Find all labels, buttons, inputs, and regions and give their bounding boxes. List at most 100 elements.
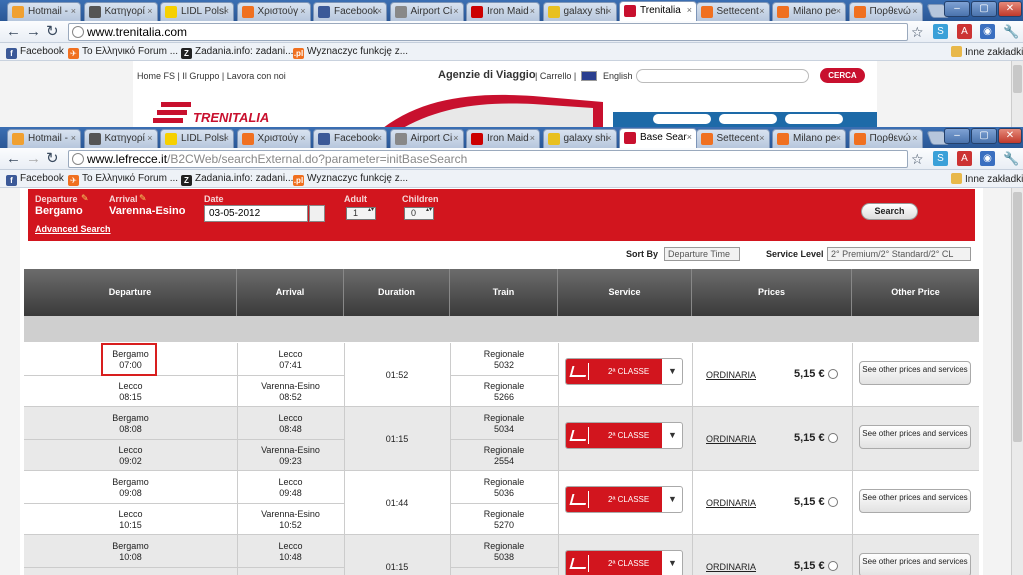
service-class-select[interactable]: 2ª CLASSE ▼ (565, 486, 683, 513)
service-class-select[interactable]: 2ª CLASSE ▼ (565, 550, 683, 575)
back-arrow-icon[interactable]: ← (6, 151, 21, 167)
bookmark-item[interactable]: .pl Wyznaczyc funkcję z... (293, 173, 408, 186)
tab-2[interactable]: LIDL Polsl × (160, 2, 234, 21)
tab-close-icon[interactable]: × (912, 133, 917, 143)
forward-arrow-icon[interactable]: → (26, 24, 41, 40)
service-class-select[interactable]: 2ª CLASSE ▼ (565, 358, 683, 385)
scrollbar[interactable] (1011, 188, 1023, 575)
tab-close-icon[interactable]: × (71, 6, 76, 16)
other-bookmarks[interactable]: Inne zakładki (951, 46, 1023, 58)
fare-link[interactable]: ORDINARIA (706, 498, 756, 508)
skype-icon[interactable]: S (933, 151, 948, 166)
children-select[interactable]: 0 (404, 207, 434, 220)
tab-close-icon[interactable]: × (530, 6, 535, 16)
bookmark-item[interactable]: f Facebook (6, 46, 64, 59)
tab-5[interactable]: Airport Ci × (389, 129, 464, 148)
tab-7[interactable]: galaxy shi × (542, 2, 617, 21)
tab-close-icon[interactable]: × (224, 6, 229, 16)
reload-icon[interactable]: ↻ (46, 24, 59, 40)
price-radio[interactable] (828, 497, 838, 507)
tab-6[interactable]: Iron Maid × (466, 2, 540, 21)
fare-link[interactable]: ORDINARIA (706, 434, 756, 444)
maximize-button[interactable]: ▢ (971, 1, 997, 17)
bookmark-item[interactable]: f Facebook (6, 173, 64, 186)
price-radio[interactable] (828, 561, 838, 571)
other-prices-button[interactable]: See other prices and services (859, 361, 971, 385)
tab-8[interactable]: Base Sear × (619, 128, 697, 148)
extension-icon[interactable]: ◉ (980, 151, 995, 166)
other-bookmarks[interactable]: Inne zakładki (951, 173, 1023, 185)
bookmark-item[interactable]: .pl Wyznaczyc funkcję z... (293, 46, 408, 59)
close-window-button[interactable]: ✕ (998, 128, 1022, 144)
tab-4[interactable]: Facebook × (313, 2, 387, 21)
tab-6[interactable]: Iron Maid × (466, 129, 540, 148)
edit-pencil-icon[interactable]: ✎ (139, 193, 147, 204)
tab-10[interactable]: Milano pe × (772, 2, 846, 21)
service-class-select[interactable]: 2ª CLASSE ▼ (565, 422, 683, 449)
tab-close-icon[interactable]: × (836, 133, 841, 143)
tab-close-icon[interactable]: × (224, 133, 229, 143)
tab-9[interactable]: Settecent × (695, 129, 770, 148)
tab-11[interactable]: Πορθενώ × (848, 129, 923, 148)
tab-4[interactable]: Facebook × (313, 129, 387, 148)
tab-close-icon[interactable]: × (377, 6, 382, 16)
other-prices-button[interactable]: See other prices and services (859, 489, 971, 513)
bookmark-item[interactable]: ✈ Το Ελληνικό Forum ... (68, 46, 178, 59)
tab-close-icon[interactable]: × (300, 6, 305, 16)
reload-icon[interactable]: ↻ (46, 151, 59, 167)
minimize-button[interactable]: – (944, 128, 970, 144)
back-arrow-icon[interactable]: ← (6, 24, 21, 40)
skype-icon[interactable]: S (933, 24, 948, 39)
tab-close-icon[interactable]: × (759, 6, 764, 16)
tab-1[interactable]: Κατηγορί × (83, 2, 158, 21)
tab-close-icon[interactable]: × (453, 6, 458, 16)
star-icon[interactable]: ☆ (911, 151, 924, 167)
tab-close-icon[interactable]: × (606, 6, 611, 16)
tab-8[interactable]: Trenitalia × (619, 1, 697, 21)
tab-close-icon[interactable]: × (912, 6, 917, 16)
fare-link[interactable]: ORDINARIA (706, 370, 756, 380)
tab-close-icon[interactable]: × (300, 133, 305, 143)
forward-arrow-icon[interactable]: → (26, 151, 41, 167)
tab-close-icon[interactable]: × (147, 6, 152, 16)
tab-close-icon[interactable]: × (606, 133, 611, 143)
edit-pencil-icon[interactable]: ✎ (81, 193, 89, 204)
tab-2[interactable]: LIDL Polsl × (160, 129, 234, 148)
extension-icon[interactable]: ◉ (980, 24, 995, 39)
bookmark-item[interactable]: Z Zadania.info: zadani... (181, 46, 293, 59)
search-button[interactable]: Search (861, 203, 918, 220)
tab-close-icon[interactable]: × (377, 133, 382, 143)
sort-by-select[interactable]: Departure Time (664, 247, 740, 261)
close-window-button[interactable]: ✕ (998, 1, 1022, 17)
tab-close-icon[interactable]: × (71, 133, 76, 143)
tab-3[interactable]: Χριστούγ × (236, 2, 311, 21)
other-prices-button[interactable]: See other prices and services (859, 425, 971, 449)
service-level-select[interactable]: 2° Premium/2° Standard/2° CL (827, 247, 971, 261)
adult-select[interactable]: 1 (346, 207, 376, 220)
tab-close-icon[interactable]: × (836, 6, 841, 16)
tab-9[interactable]: Settecent × (695, 2, 770, 21)
wrench-icon[interactable]: 🔧 (1003, 24, 1019, 40)
tab-close-icon[interactable]: × (147, 133, 152, 143)
address-bar[interactable]: www.lefrecce.it/B2CWeb/searchExternal.do… (68, 150, 908, 168)
tab-1[interactable]: Κατηγορί × (83, 129, 158, 148)
advanced-search-link[interactable]: Advanced Search (35, 224, 111, 234)
minimize-button[interactable]: – (944, 1, 970, 17)
maximize-button[interactable]: ▢ (971, 128, 997, 144)
bookmark-item[interactable]: Z Zadania.info: zadani... (181, 173, 293, 186)
fare-link[interactable]: ORDINARIA (706, 562, 756, 572)
top-links[interactable]: Home FS | Il Gruppo | Lavora con noi (137, 71, 286, 81)
tab-5[interactable]: Airport Ci × (389, 2, 464, 21)
bookmark-item[interactable]: ✈ Το Ελληνικό Forum ... (68, 173, 178, 186)
tab-0[interactable]: Hotmail - × (7, 2, 81, 21)
tab-10[interactable]: Milano pe × (772, 129, 846, 148)
calendar-icon[interactable] (309, 205, 325, 222)
tab-close-icon[interactable]: × (687, 5, 692, 15)
star-icon[interactable]: ☆ (911, 24, 924, 40)
english-link[interactable]: English (603, 71, 633, 81)
tab-7[interactable]: galaxy shi × (542, 129, 617, 148)
tab-11[interactable]: Πορθενώ × (848, 2, 923, 21)
price-radio[interactable] (828, 433, 838, 443)
pdf-icon[interactable]: A (957, 151, 972, 166)
cerca-button[interactable]: CERCA (820, 68, 865, 83)
